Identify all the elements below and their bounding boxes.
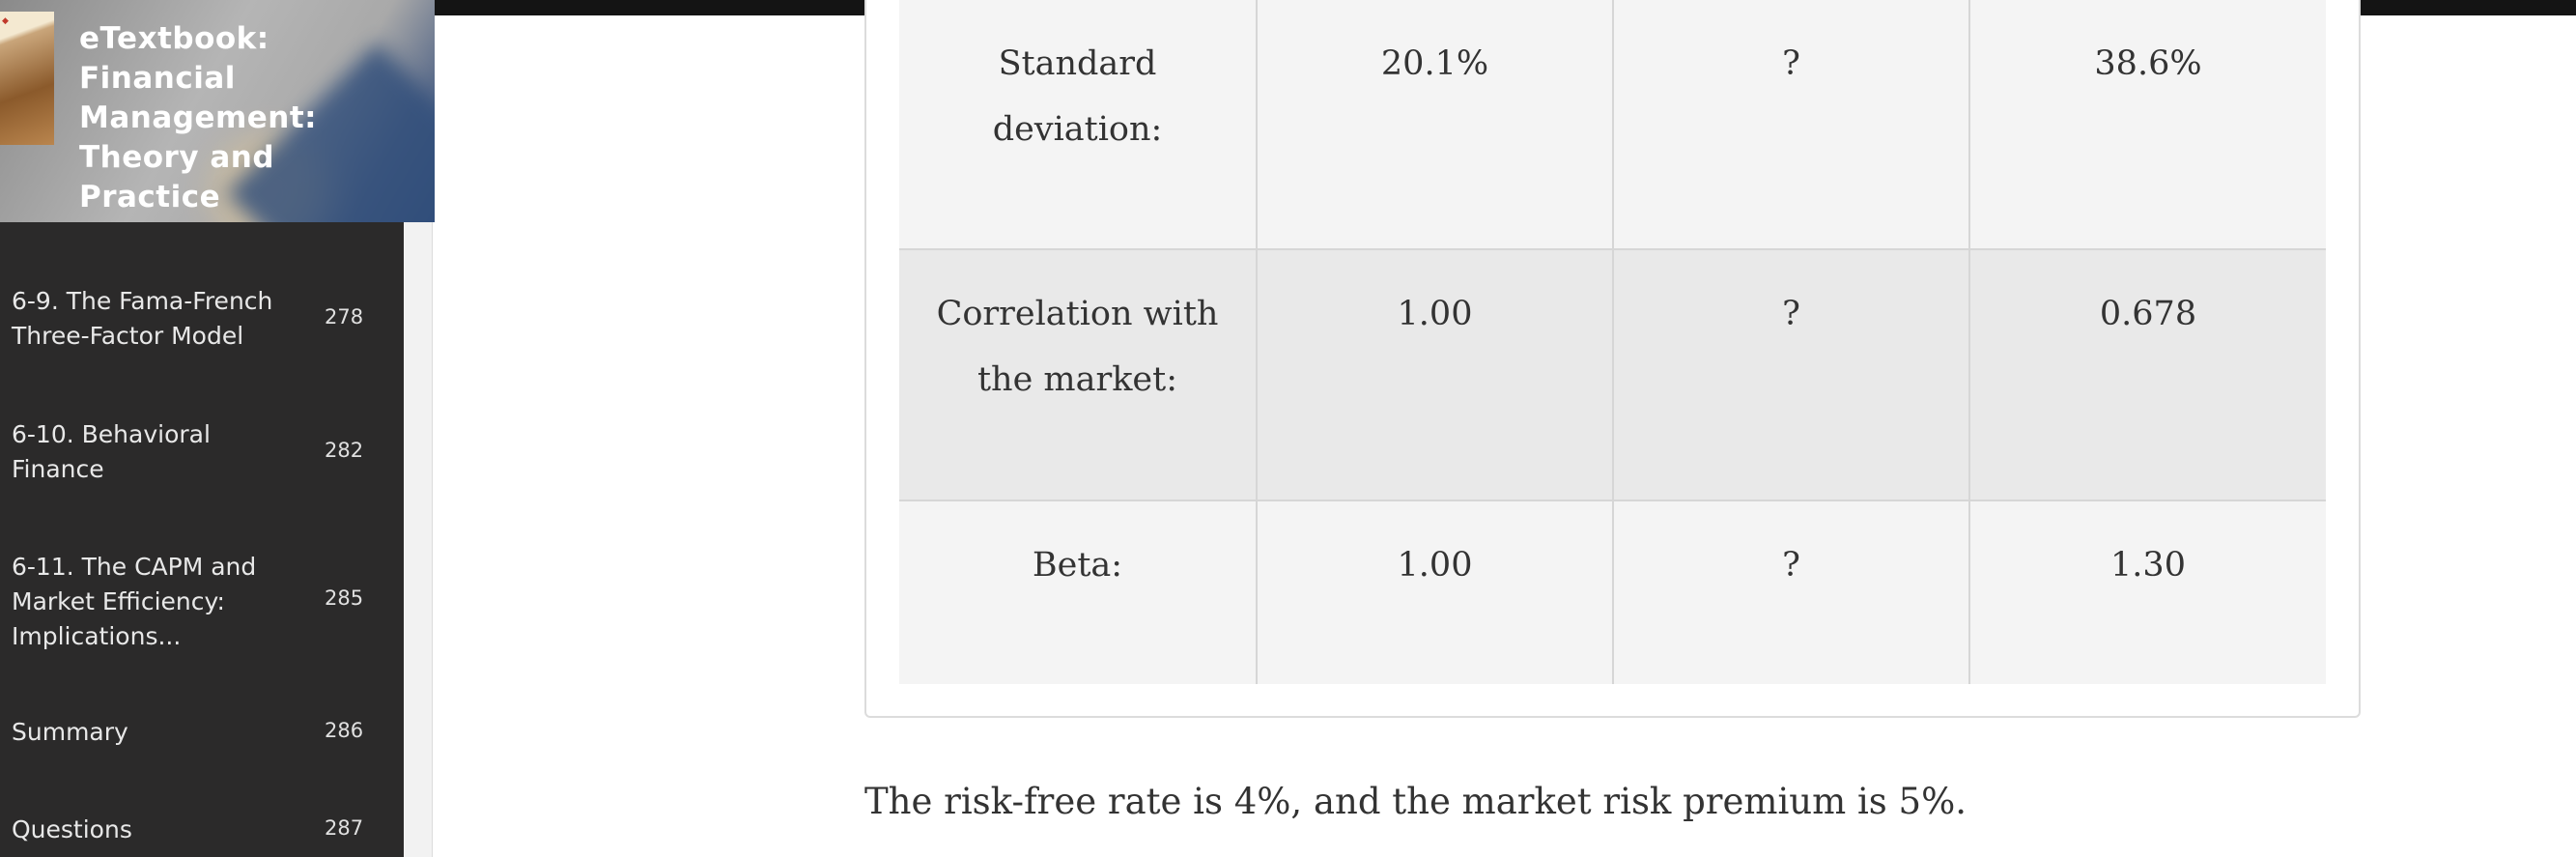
table-row: Beta: 1.00 ? 1.30 xyxy=(899,500,2326,684)
cell-value: 38.6% xyxy=(2094,44,2202,83)
book-title: eTextbook: Financial Management: Theory … xyxy=(79,21,318,214)
table-cell: Standard deviation: xyxy=(899,0,1257,249)
table-cell: 0.678 xyxy=(1968,248,2326,500)
toc-item-page: 282 xyxy=(325,439,364,462)
table-cell: ? xyxy=(1612,248,1969,500)
cell-value: 0.678 xyxy=(2099,295,2197,333)
toc-item-page: 285 xyxy=(325,586,364,610)
table-row: Correlation with the market: 1.00 ? 0.67… xyxy=(899,248,2326,500)
toc-item-label: Summary xyxy=(12,718,128,746)
book-header[interactable]: ◆ eTextbook: Financial Management: Theor… xyxy=(0,0,435,222)
table-cell: Correlation with the market: xyxy=(899,248,1257,500)
table-cell: 1.30 xyxy=(1968,500,2326,684)
toc-item-page: 278 xyxy=(325,305,364,329)
cover-logo-icon: ◆ xyxy=(2,15,9,25)
cell-value: 20.1% xyxy=(1380,44,1489,83)
data-table: Standard deviation: 20.1% ? 38.6% Correl… xyxy=(899,0,2326,684)
toc-item-page: 287 xyxy=(325,816,364,840)
cell-value: ? xyxy=(1782,295,1800,333)
toc-item-page: 286 xyxy=(325,719,364,742)
cell-value: 1.30 xyxy=(2110,546,2186,585)
cell-value: 1.00 xyxy=(1397,546,1473,585)
row-label: Standard deviation: xyxy=(992,44,1163,149)
table-row: Standard deviation: 20.1% ? 38.6% xyxy=(899,0,2326,249)
book-cover-image: ◆ xyxy=(0,12,54,145)
table-cell: ? xyxy=(1612,0,1969,249)
toc-item-label: 6-10. Behavioral Finance xyxy=(12,420,211,483)
table-cell: ? xyxy=(1612,500,1969,684)
body-paragraph: The risk-free rate is 4%, and the market… xyxy=(864,781,1967,822)
row-label: Correlation with the market: xyxy=(936,295,1219,399)
toc-item-label: 6-11. The CAPM and Market Efficiency: Im… xyxy=(12,553,257,650)
table-cell: 1.00 xyxy=(1256,500,1613,684)
cell-value: ? xyxy=(1782,44,1800,83)
table-cell: Beta: xyxy=(899,500,1257,684)
toc-item-label: 6-9. The Fama-French Three-Factor Model xyxy=(12,287,273,350)
toc-item-label: Questions xyxy=(12,815,132,843)
cell-value: ? xyxy=(1782,546,1800,585)
table-cell: 1.00 xyxy=(1256,248,1613,500)
table-cell: 20.1% xyxy=(1256,0,1613,249)
cell-value: 1.00 xyxy=(1397,295,1473,333)
table-cell: 38.6% xyxy=(1968,0,2326,249)
row-label: Beta: xyxy=(1032,546,1123,585)
